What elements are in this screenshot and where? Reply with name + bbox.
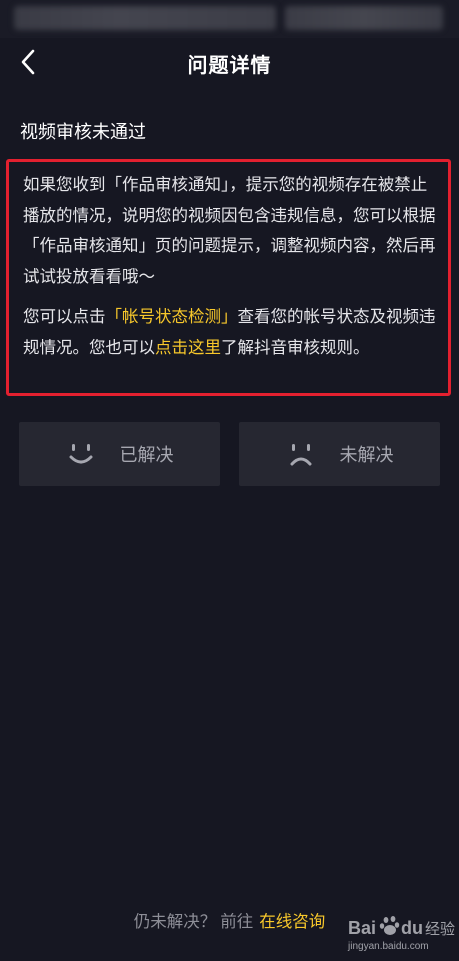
answer-text-after: 了解抖音审核规则。 — [221, 337, 370, 357]
app-screen: 问题详情 视频审核未通过 如果您收到「作品审核通知」，提示您的视频存在被禁止播放… — [0, 0, 459, 961]
footer-goto: 前往 — [220, 912, 254, 931]
highlighted-answer-box: 如果您收到「作品审核通知」，提示您的视频存在被禁止播放的情况，说明您的视频因包含… — [6, 159, 451, 396]
nav-bar: 问题详情 — [0, 38, 459, 86]
smile-icon — [69, 444, 92, 464]
watermark-url: jingyan.baidu.com — [347, 941, 429, 952]
solved-label: 已解决 — [119, 445, 174, 466]
solved-button[interactable]: 已解决 — [19, 422, 220, 486]
status-bar-blurred-left — [14, 6, 276, 30]
click-here-link[interactable]: 点击这里 — [155, 338, 221, 357]
issue-heading: 视频审核未通过 — [20, 122, 146, 143]
footer-prefix: 仍未解决？ — [133, 912, 217, 931]
answer-paragraph-2: 您可以点击「帐号状态检测」查看您的帐号状态及视频违规情况。您也可以点击这里了解抖… — [23, 302, 441, 363]
online-consult-link[interactable]: 在线咨询 — [259, 912, 325, 931]
page-title: 问题详情 — [187, 53, 272, 77]
answer-text-before: 您可以点击 — [23, 307, 106, 326]
baidu-jingyan-watermark: Bai du 经验 jingyan.baidu.com — [347, 916, 455, 952]
status-bar-blurred-right — [285, 6, 443, 30]
watermark-brand-2: du — [401, 918, 423, 938]
answer-paragraph-1: 如果您收到「作品审核通知」，提示您的视频存在被禁止播放的情况，说明您的视频因包含… — [23, 175, 436, 286]
account-status-check-link[interactable]: 「帐号状态检测」 — [106, 307, 238, 326]
status-bar — [0, 0, 459, 38]
watermark-brand: Bai — [348, 918, 376, 938]
sad-face-icon — [290, 444, 311, 466]
paw-icon — [379, 916, 400, 935]
unsolved-label: 未解决 — [339, 445, 394, 466]
watermark-label: 经验 — [425, 920, 455, 938]
unsolved-button[interactable]: 未解决 — [239, 422, 440, 486]
